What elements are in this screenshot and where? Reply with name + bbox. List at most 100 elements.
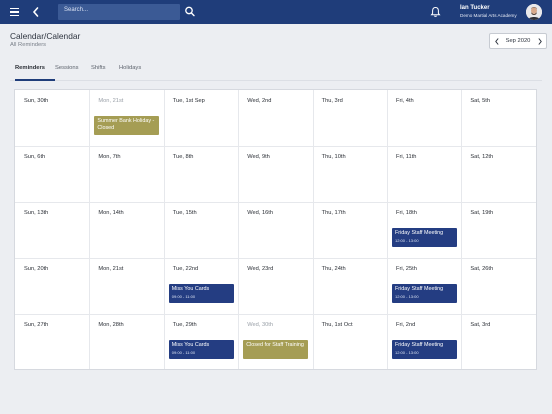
- calendar-day-cell[interactable]: Fri, 4th: [387, 90, 461, 146]
- event-time: 09:00 - 11:00: [171, 293, 196, 299]
- calendar-event[interactable]: Miss You Cards 09:00 - 11:00: [168, 284, 234, 303]
- day-label: Sun, 27th: [24, 322, 49, 328]
- calendar-day-cell[interactable]: Sat, 5th: [461, 90, 535, 146]
- event-title: Summer Bank Holiday - Closed: [97, 118, 155, 131]
- chevron-right-icon[interactable]: [537, 37, 543, 46]
- calendar-day-cell[interactable]: Wed, 9th: [238, 146, 312, 202]
- page-subtitle: All Reminders: [10, 42, 47, 48]
- calendar-day-cell[interactable]: Thu, 1st Oct: [313, 314, 387, 370]
- calendar-day-cell[interactable]: Sat, 26th: [461, 258, 535, 314]
- calendar-event[interactable]: Friday Staff Meeting 12:00 - 13:00: [392, 228, 457, 247]
- calendar-day-cell[interactable]: Mon, 14th: [89, 202, 163, 258]
- calendar-day-cell[interactable]: Thu, 24th: [313, 258, 387, 314]
- day-label: Sun, 30th: [24, 98, 49, 104]
- month-navigator: Sep 2020: [489, 33, 547, 49]
- day-label: Fri, 2nd: [396, 322, 416, 328]
- event-title: Miss You Cards: [171, 342, 210, 348]
- tab-holidays[interactable]: Holidays: [119, 65, 141, 71]
- calendar-day-cell[interactable]: Sat, 12th: [461, 146, 535, 202]
- calendar-event[interactable]: Closed for Staff Training: [243, 340, 309, 359]
- calendar-day-cell[interactable]: Wed, 16th: [238, 202, 312, 258]
- day-label: Tue, 1st Sep: [172, 98, 205, 104]
- day-label: Thu, 10th: [321, 154, 346, 160]
- day-label: Mon, 28th: [98, 322, 124, 328]
- day-label: Sun, 13th: [24, 210, 49, 216]
- calendar-day-cell[interactable]: Wed, 30th Closed for Staff Training: [238, 314, 312, 370]
- calendar-event[interactable]: Friday Staff Meeting 12:00 - 13:00: [392, 284, 457, 303]
- tab-shifts[interactable]: Shifts: [91, 65, 106, 71]
- calendar-event[interactable]: Friday Staff Meeting 12:00 - 13:00: [392, 340, 457, 359]
- back-arrow-icon[interactable]: [31, 5, 41, 19]
- calendar-day-cell[interactable]: Tue, 8th: [164, 146, 238, 202]
- calendar-day-cell[interactable]: Tue, 22nd Miss You Cards 09:00 - 11:00: [164, 258, 238, 314]
- tab-reminders[interactable]: Reminders: [15, 65, 45, 71]
- calendar-day-cell[interactable]: Sun, 30th: [15, 90, 89, 146]
- user-name[interactable]: Ian Tucker: [460, 5, 490, 11]
- day-label: Sat, 26th: [470, 266, 494, 272]
- calendar-day-cell[interactable]: Fri, 18th Friday Staff Meeting 12:00 - 13:…: [387, 202, 461, 258]
- tab-bar: Reminders Sessions Shifts Holidays: [10, 59, 542, 81]
- calendar-day-cell[interactable]: Wed, 2nd: [238, 90, 312, 146]
- avatar[interactable]: [526, 4, 542, 20]
- calendar-day-cell[interactable]: Fri, 11th: [387, 146, 461, 202]
- day-label: Sat, 5th: [470, 98, 490, 104]
- calendar-day-cell[interactable]: Sat, 19th: [461, 202, 535, 258]
- event-title: Friday Staff Meeting: [395, 230, 444, 236]
- calendar-day-cell[interactable]: Thu, 3rd: [313, 90, 387, 146]
- search-placeholder: Search...: [64, 7, 89, 13]
- calendar-day-cell[interactable]: Fri, 25th Friday Staff Meeting 12:00 - 13:…: [387, 258, 461, 314]
- active-tab-indicator: [15, 79, 55, 81]
- calendar-day-cell[interactable]: Sun, 6th: [15, 146, 89, 202]
- top-bar: Search... Ian Tucker Demo Martial Arts A…: [0, 0, 552, 24]
- event-time: 12:00 - 13:00: [395, 293, 419, 299]
- day-label: Wed, 16th: [247, 210, 274, 216]
- calendar-day-cell[interactable]: Wed, 23rd: [238, 258, 312, 314]
- day-label: Fri, 4th: [396, 98, 414, 104]
- search-input[interactable]: Search...: [58, 4, 180, 20]
- month-calendar-grid: Sun, 30th Mon, 21st Summer Bank Holiday - …: [14, 89, 537, 370]
- calendar-day-cell[interactable]: Tue, 1st Sep: [164, 90, 238, 146]
- calendar-day-cell[interactable]: Sun, 13th: [15, 202, 89, 258]
- event-time: 09:00 - 11:00: [171, 349, 196, 355]
- day-label: Wed, 2nd: [247, 98, 272, 104]
- calendar-day-cell[interactable]: Fri, 2nd Friday Staff Meeting 12:00 - 13:0…: [387, 314, 461, 370]
- day-label: Tue, 22nd: [172, 266, 199, 272]
- calendar-day-cell[interactable]: Sun, 27th: [15, 314, 89, 370]
- day-label: Wed, 23rd: [247, 266, 274, 272]
- day-label: Sun, 6th: [24, 154, 46, 160]
- menu-icon[interactable]: [10, 8, 19, 16]
- calendar-day-cell[interactable]: Tue, 15th: [164, 202, 238, 258]
- calendar-day-cell[interactable]: Mon, 7th: [89, 146, 163, 202]
- page-title: Calendar/Calendar: [10, 31, 81, 41]
- notification-bell-icon[interactable]: [430, 6, 441, 18]
- day-label: Sat, 19th: [470, 210, 494, 216]
- calendar-day-cell[interactable]: Thu, 17th: [313, 202, 387, 258]
- avatar-person-icon: [526, 4, 542, 20]
- calendar-day-cell[interactable]: Sat, 3rd: [461, 314, 535, 370]
- day-label: Thu, 17th: [321, 210, 346, 216]
- event-time: 12:00 - 13:00: [395, 237, 419, 243]
- day-label: Tue, 8th: [172, 154, 194, 160]
- event-title: Miss You Cards: [171, 286, 210, 292]
- calendar-day-cell[interactable]: Sun, 20th: [15, 258, 89, 314]
- day-label: Thu, 1st Oct: [321, 322, 353, 328]
- calendar-day-cell[interactable]: Thu, 10th: [313, 146, 387, 202]
- event-title: Friday Staff Meeting: [395, 342, 444, 348]
- search-icon[interactable]: [184, 5, 196, 18]
- calendar-day-cell[interactable]: Mon, 21st: [89, 258, 163, 314]
- calendar-event[interactable]: Summer Bank Holiday - Closed: [94, 116, 160, 135]
- event-title: Friday Staff Meeting: [395, 286, 444, 292]
- tab-sessions[interactable]: Sessions: [55, 65, 79, 71]
- day-label: Sat, 12th: [470, 154, 494, 160]
- calendar-day-cell[interactable]: Mon, 28th: [89, 314, 163, 370]
- event-title: Closed for Staff Training: [246, 342, 304, 348]
- day-label: Mon, 7th: [98, 154, 121, 160]
- day-label: Wed, 30th: [247, 322, 274, 328]
- day-label: Mon, 21st: [98, 266, 124, 272]
- user-organization: Demo Martial Arts Academy: [460, 13, 517, 18]
- day-label: Tue, 29th: [172, 322, 197, 328]
- calendar-event[interactable]: Miss You Cards 09:00 - 11:00: [168, 340, 234, 359]
- calendar-day-cell[interactable]: Mon, 21st Summer Bank Holiday - Closed: [89, 90, 163, 146]
- day-label: Sat, 3rd: [470, 322, 491, 328]
- calendar-day-cell[interactable]: Tue, 29th Miss You Cards 09:00 - 11:00: [164, 314, 238, 370]
